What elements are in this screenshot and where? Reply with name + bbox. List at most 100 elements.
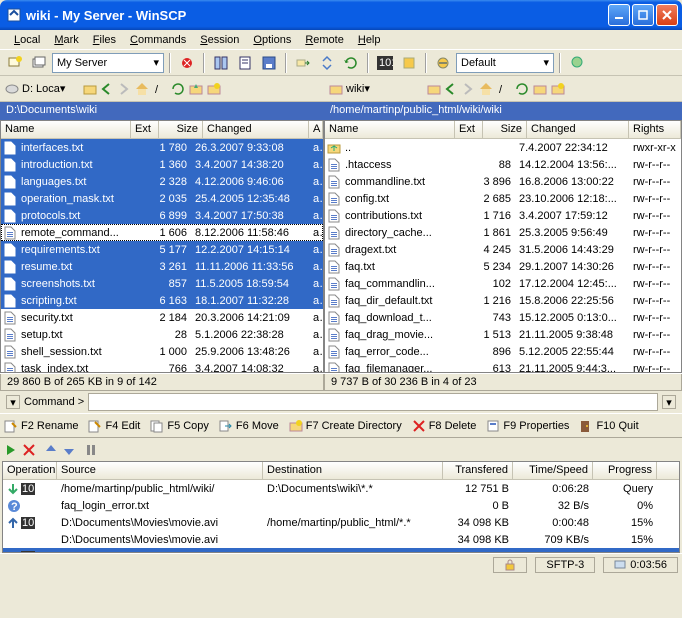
command-toggle-icon[interactable]: ▾ bbox=[6, 395, 20, 409]
local-path-label[interactable]: D:\Documents\wiki bbox=[0, 102, 324, 120]
remote-column-headers[interactable]: Name Ext Size Changed Rights bbox=[325, 121, 681, 139]
session-combo[interactable]: My Server▾ bbox=[52, 53, 164, 73]
file-row[interactable]: setup.txt285.1.2006 22:38:28a bbox=[1, 326, 323, 343]
file-row[interactable]: screenshots.txt85711.5.2005 18:59:54a bbox=[1, 275, 323, 292]
file-row[interactable]: security.txt2 18420.3.2006 14:21:09a bbox=[1, 309, 323, 326]
file-row[interactable]: protocols.txt6 8993.4.2007 17:50:38a bbox=[1, 207, 323, 224]
local-file-list[interactable]: interfaces.txt1 78026.3.2007 9:33:08aint… bbox=[1, 139, 323, 372]
binary-mode-icon[interactable] bbox=[398, 52, 420, 74]
file-row[interactable]: dragext.txt4 24531.5.2006 14:43:29rw-r--… bbox=[325, 241, 681, 258]
file-row[interactable]: task_index.txt7663.4.2007 14:08:32a bbox=[1, 360, 323, 372]
bookmark-icon[interactable] bbox=[188, 81, 204, 97]
file-row[interactable]: interfaces.txt1 78026.3.2007 9:33:08a bbox=[1, 139, 323, 156]
command-input[interactable] bbox=[88, 393, 658, 411]
queue-start-icon[interactable] bbox=[4, 443, 18, 457]
tree-icon[interactable] bbox=[234, 52, 256, 74]
fn-quit[interactable]: F10 Quit bbox=[579, 419, 638, 433]
fn-copy[interactable]: F5 Copy bbox=[150, 419, 209, 433]
remote-folder-icon[interactable] bbox=[328, 81, 344, 97]
folder-back-icon[interactable] bbox=[444, 82, 458, 96]
folder-back-icon[interactable] bbox=[100, 82, 114, 96]
queue-delete-icon[interactable] bbox=[22, 443, 36, 457]
local-drive-combo[interactable]: D: Loca▾ bbox=[22, 82, 78, 95]
file-row[interactable]: commandline.txt3 89616.8.2006 13:00:22rw… bbox=[325, 173, 681, 190]
file-row[interactable]: faq.txt5 23429.1.2007 14:30:26rw-r--r-- bbox=[325, 258, 681, 275]
file-row[interactable]: resume.txt3 26111.11.2006 11:33:56a bbox=[1, 258, 323, 275]
queue-row[interactable]: 101/home/martinp/public_html/forum/D:\Do… bbox=[3, 548, 679, 552]
refresh-icon[interactable] bbox=[514, 81, 530, 97]
maximize-button[interactable] bbox=[632, 4, 654, 26]
file-row[interactable]: faq_error_code...8965.12.2005 22:55:44rw… bbox=[325, 343, 681, 360]
menu-remote[interactable]: Remote bbox=[299, 32, 350, 48]
fn-create-directory[interactable]: F7 Create Directory bbox=[289, 419, 402, 433]
queue-down-icon[interactable] bbox=[62, 443, 76, 457]
file-row[interactable]: ..7.4.2007 22:34:12rwxr-xr-x bbox=[325, 139, 681, 156]
menu-local[interactable]: Local bbox=[8, 32, 46, 48]
queue-headers[interactable]: Operation Source Destination Transfered … bbox=[3, 462, 679, 480]
file-row[interactable]: introduction.txt1 3603.4.2007 14:38:20a bbox=[1, 156, 323, 173]
file-row[interactable]: operation_mask.txt2 03525.4.2005 12:35:4… bbox=[1, 190, 323, 207]
file-row[interactable]: scripting.txt6 16318.1.2007 11:32:28a bbox=[1, 292, 323, 309]
menu-options[interactable]: Options bbox=[247, 32, 297, 48]
close-button[interactable] bbox=[656, 4, 678, 26]
root-icon[interactable]: / bbox=[152, 82, 166, 96]
home-icon[interactable] bbox=[134, 81, 150, 97]
file-row[interactable]: directory_cache...1 86125.3.2005 9:56:49… bbox=[325, 224, 681, 241]
fn-edit[interactable]: F4 Edit bbox=[88, 419, 140, 433]
transfer-profile-combo[interactable]: Default▾ bbox=[456, 53, 554, 73]
command-history-icon[interactable]: ▾ bbox=[662, 395, 676, 409]
queue-row[interactable]: 101/home/martinp/public_html/wiki/D:\Doc… bbox=[3, 480, 679, 497]
file-row[interactable]: remote_command...1 6068.12.2006 11:58:46… bbox=[1, 224, 323, 241]
pane-layout-icon[interactable] bbox=[210, 52, 232, 74]
fn-properties[interactable]: F9 Properties bbox=[486, 419, 569, 433]
home-icon[interactable] bbox=[478, 81, 494, 97]
preferences-icon[interactable] bbox=[432, 52, 454, 74]
menu-mark[interactable]: Mark bbox=[48, 32, 84, 48]
file-row[interactable]: shell_session.txt1 00025.9.2006 13:48:26… bbox=[1, 343, 323, 360]
drive-icon[interactable] bbox=[4, 81, 20, 97]
fn-delete[interactable]: F8 Delete bbox=[412, 419, 477, 433]
fn-move[interactable]: F6 Move bbox=[219, 419, 279, 433]
new-session-icon[interactable] bbox=[4, 52, 26, 74]
fn-rename[interactable]: F2 Rename bbox=[4, 419, 78, 433]
queue-body[interactable]: 101/home/martinp/public_html/wiki/D:\Doc… bbox=[3, 480, 679, 552]
folder-new-icon[interactable] bbox=[206, 81, 222, 97]
file-row[interactable]: contributions.txt1 7163.4.2007 17:59:12r… bbox=[325, 207, 681, 224]
folder-up-icon[interactable] bbox=[426, 81, 442, 97]
file-row[interactable]: faq_download_t...74315.12.2005 0:13:0...… bbox=[325, 309, 681, 326]
menu-help[interactable]: Help bbox=[352, 32, 387, 48]
sessions-icon[interactable] bbox=[28, 52, 50, 74]
file-row[interactable]: .htaccess8814.12.2004 13:56:...rw-r--r-- bbox=[325, 156, 681, 173]
file-row[interactable]: languages.txt2 3284.12.2006 9:46:06a bbox=[1, 173, 323, 190]
filter-icon[interactable] bbox=[566, 52, 588, 74]
bookmark-icon[interactable] bbox=[532, 81, 548, 97]
folder-new-icon[interactable] bbox=[550, 81, 566, 97]
menu-session[interactable]: Session bbox=[194, 32, 245, 48]
minimize-button[interactable] bbox=[608, 4, 630, 26]
folder-fwd-icon[interactable] bbox=[116, 82, 130, 96]
queue-row[interactable]: ?faq_login_error.txt0 B32 B/s0% bbox=[3, 497, 679, 514]
queue-row[interactable]: 101D:\Documents\Movies\movie.avi/home/ma… bbox=[3, 514, 679, 531]
file-row[interactable]: faq_dir_default.txt1 21615.8.2006 22:25:… bbox=[325, 292, 681, 309]
folder-fwd-icon[interactable] bbox=[460, 82, 474, 96]
stop-icon[interactable] bbox=[176, 52, 198, 74]
sync-browse-icon[interactable] bbox=[316, 52, 338, 74]
menu-commands[interactable]: Commands bbox=[124, 32, 192, 48]
local-column-headers[interactable]: Name Ext Size Changed A bbox=[1, 121, 323, 139]
remote-path-label[interactable]: /home/martinp/public_html/wiki/wiki bbox=[324, 102, 682, 120]
file-row[interactable]: faq_commandlin...10217.12.2004 12:45:...… bbox=[325, 275, 681, 292]
file-row[interactable]: requirements.txt5 17712.2.2007 14:15:14a bbox=[1, 241, 323, 258]
transfer-icon[interactable] bbox=[292, 52, 314, 74]
synchronize-icon[interactable] bbox=[340, 52, 362, 74]
ascii-mode-icon[interactable]: 101 bbox=[374, 52, 396, 74]
menu-files[interactable]: Files bbox=[87, 32, 122, 48]
queue-row[interactable]: D:\Documents\Movies\movie.avi34 098 KB70… bbox=[3, 531, 679, 548]
folder-up-icon[interactable] bbox=[82, 81, 98, 97]
remote-file-list[interactable]: ..7.4.2007 22:34:12rwxr-xr-x.htaccess881… bbox=[325, 139, 681, 372]
root-icon[interactable]: / bbox=[496, 82, 510, 96]
refresh-icon[interactable] bbox=[170, 81, 186, 97]
file-row[interactable]: faq_drag_movie...1 51321.11.2005 9:38:48… bbox=[325, 326, 681, 343]
save-icon[interactable] bbox=[258, 52, 280, 74]
remote-dir-combo[interactable]: wiki▾ bbox=[346, 82, 422, 95]
file-row[interactable]: config.txt2 68523.10.2006 12:18:...rw-r-… bbox=[325, 190, 681, 207]
